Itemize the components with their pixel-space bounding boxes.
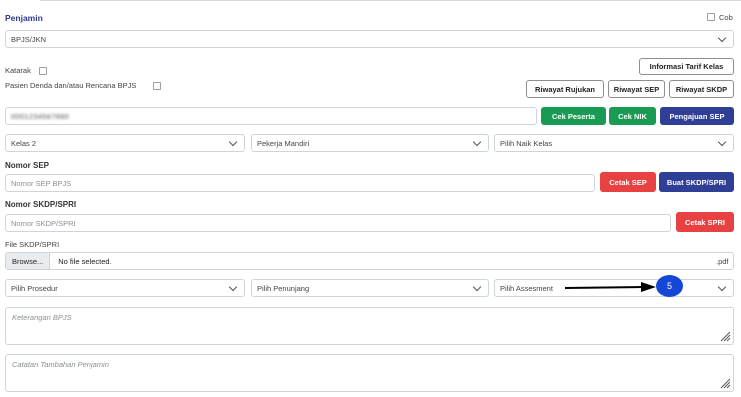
pekerjaan-select[interactable]: Pekerja Mandiri [251, 134, 489, 152]
riwayat-skdp-button[interactable]: Riwayat SKDP [669, 80, 734, 98]
penunjang-select[interactable]: Pilih Penunjang [251, 279, 489, 297]
keterangan-textarea[interactable]: Keterangan BPJS [5, 307, 734, 345]
nomor-skdp-label: Nomor SKDP/SPRI [5, 200, 77, 209]
catatan-placeholder: Catatan Tambahan Penjamin [12, 360, 109, 369]
nomor-sep-input[interactable]: Nomor SEP BPJS [5, 174, 595, 192]
cetak-spri-button[interactable]: Cetak SPRI [676, 212, 734, 232]
chevron-down-icon [472, 137, 482, 146]
nomor-sep-placeholder: Nomor SEP BPJS [11, 178, 72, 188]
penunjang-select-value: Pilih Penunjang [257, 283, 310, 293]
cob-label: Cob [719, 13, 733, 22]
denda-label: Pasien Denda dan/atau Rencana BPJS [5, 81, 137, 90]
katarak-checkbox[interactable] [39, 67, 47, 75]
chevron-down-icon [472, 282, 482, 291]
assesment-select-value: Pilih Assesment [500, 283, 553, 293]
file-skdp-label: File SKDP/SPRI [5, 240, 60, 249]
cetak-sep-button[interactable]: Cetak SEP [600, 172, 656, 192]
cek-nik-button[interactable]: Cek NIK [609, 107, 656, 125]
chevron-down-icon [717, 33, 727, 42]
keterangan-placeholder: Keterangan BPJS [12, 313, 72, 322]
chevron-down-icon [717, 137, 727, 146]
penjamin-select[interactable]: BPJS/JKN [5, 30, 734, 48]
pekerjaan-select-value: Pekerja Mandiri [257, 138, 310, 148]
top-divider [40, 0, 741, 1]
prosedur-select-value: Pilih Prosedur [11, 283, 58, 293]
penjamin-title: Penjamin [5, 13, 43, 23]
riwayat-sep-button[interactable]: Riwayat SEP [608, 80, 665, 98]
informasi-tarif-button[interactable]: Informasi Tarif Kelas [639, 58, 734, 75]
resize-handle-icon[interactable] [719, 330, 731, 342]
card-number-input[interactable]: 0001234567890 [5, 107, 537, 125]
chevron-down-icon [717, 282, 727, 291]
catatan-textarea[interactable]: Catatan Tambahan Penjamin [5, 354, 734, 392]
prosedur-select[interactable]: Pilih Prosedur [5, 279, 245, 297]
nomor-skdp-input[interactable]: Nomor SKDP/SPRI [5, 214, 671, 232]
browse-button[interactable]: Browse... [6, 253, 51, 269]
katarak-label: Katarak [5, 66, 31, 75]
naik-kelas-select-value: Pilih Naik Kelas [500, 138, 553, 148]
chevron-down-icon [228, 282, 238, 291]
naik-kelas-select[interactable]: Pilih Naik Kelas [494, 134, 734, 152]
cek-peserta-button[interactable]: Cek Peserta [541, 107, 606, 125]
file-ext: .pdf [716, 257, 729, 266]
nomor-skdp-placeholder: Nomor SKDP/SPRI [11, 218, 76, 228]
file-skdp-input[interactable]: Browse... No file selected. [5, 252, 734, 270]
card-number-value: 0001234567890 [11, 111, 70, 121]
cob-checkbox[interactable] [707, 13, 715, 21]
resize-handle-icon[interactable] [719, 377, 731, 389]
nomor-sep-label: Nomor SEP [5, 161, 50, 170]
annotation-arrow-icon [564, 282, 656, 292]
buat-skdp-button[interactable]: Buat SKDP/SPRI [659, 172, 734, 192]
chevron-down-icon [228, 137, 238, 146]
step-badge: 5 [656, 275, 683, 297]
pengajuan-sep-button[interactable]: Pengajuan SEP [660, 107, 734, 125]
denda-checkbox[interactable] [153, 82, 161, 90]
penjamin-select-value: BPJS/JKN [11, 34, 47, 44]
kelas-select-value: Kelas 2 [11, 138, 37, 148]
file-status: No file selected. [58, 256, 112, 266]
riwayat-rujukan-button[interactable]: Riwayat Rujukan [526, 80, 604, 98]
kelas-select[interactable]: Kelas 2 [5, 134, 245, 152]
